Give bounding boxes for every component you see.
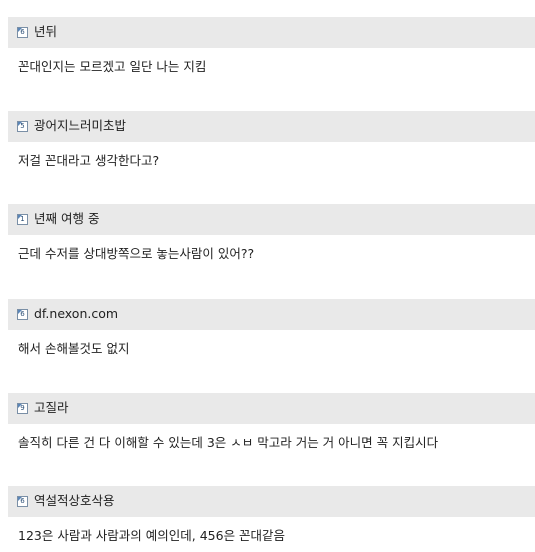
comment-text: 저걸 꼰대라고 생각한다고? [18,153,160,168]
level-badge-icon: 6 [17,496,28,507]
comment-header: 6 년뒤 [8,17,535,48]
comment-author[interactable]: df.nexon.com [34,308,118,321]
comment-text: 근데 수저를 상대방쪽으로 놓는사람이 있어?? [18,246,255,261]
comment-item: 9 고질라 솔직히 다른 건 다 이해할 수 있는데 3은 ㅅㅂ 막고라 거는 … [8,393,535,452]
comment-author[interactable]: 고질라 [34,402,69,415]
comment-header: 1 년째 여행 중 [8,204,535,235]
comment-item: 5 광어지느러미초밥 저걸 꼰대라고 생각한다고? [8,111,535,170]
level-badge-icon: 1 [17,214,28,225]
comment-text: 123은 사람과 사람과의 예의인데, 456은 꼰대같음 [18,528,286,543]
comment-item: 6 df.nexon.com 해서 손해볼것도 없지 [8,299,535,358]
comment-header: 6 df.nexon.com [8,299,535,330]
comment-item: 1 년째 여행 중 근데 수저를 상대방쪽으로 놓는사람이 있어?? [8,204,535,263]
comment-author[interactable]: 년뒤 [34,26,57,39]
comment-header: 6 역설적상호삭용 [8,486,535,517]
comment-author[interactable]: 년째 여행 중 [34,213,99,226]
level-badge-icon: 6 [17,27,28,38]
comment-author[interactable]: 광어지느러미초밥 [34,120,126,133]
level-badge-icon: 9 [17,403,28,414]
comment-author[interactable]: 역설적상호삭용 [34,495,115,508]
comment-item: 6 년뒤 꼰대인지는 모르겠고 일단 나는 지킴 [8,17,535,76]
comment-text: 솔직히 다른 건 다 이해할 수 있는데 3은 ㅅㅂ 막고라 거는 거 아니면 … [18,435,439,450]
comment-text: 꼰대인지는 모르겠고 일단 나는 지킴 [18,59,207,74]
comment-item: 6 역설적상호삭용 123은 사람과 사람과의 예의인데, 456은 꼰대같음 [8,486,535,545]
level-badge-icon: 6 [17,309,28,320]
comment-header: 9 고질라 [8,393,535,424]
comment-text: 해서 손해볼것도 없지 [18,341,130,356]
level-badge-icon: 5 [17,121,28,132]
comment-header: 5 광어지느러미초밥 [8,111,535,142]
